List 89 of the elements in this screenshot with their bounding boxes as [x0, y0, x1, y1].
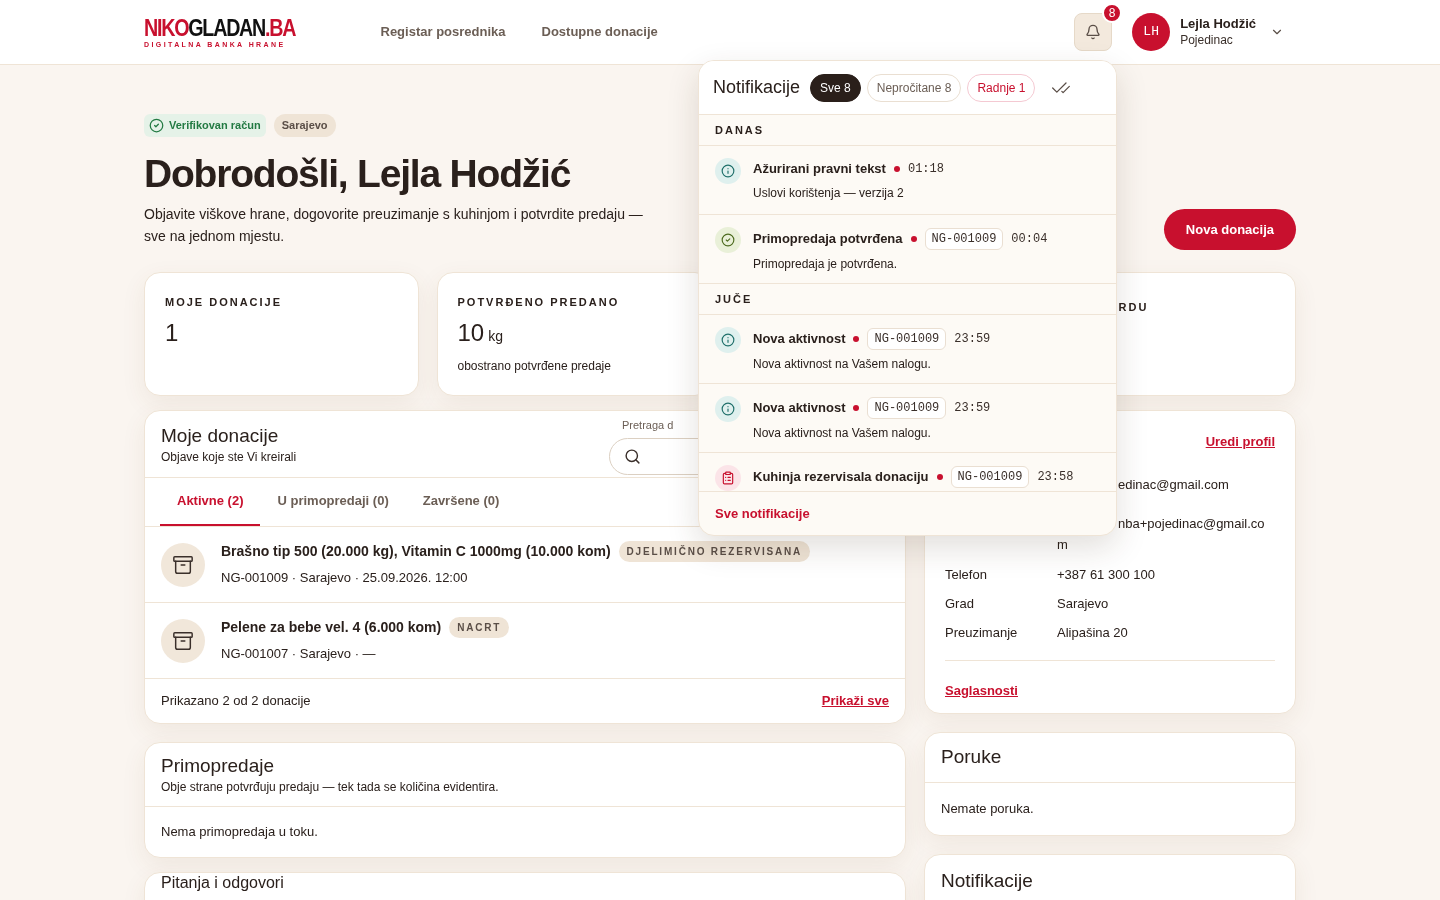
reference-code: NG-001009	[867, 328, 947, 350]
profile-label: Telefon	[945, 565, 988, 584]
new-donation-button[interactable]: Nova donacija	[1163, 209, 1296, 250]
stat-value: 1	[165, 317, 179, 348]
info-icon	[715, 327, 741, 353]
clipboard-icon	[715, 465, 741, 491]
donation-title: Pelene za bebe vel. 4 (6.000 kom)	[221, 618, 442, 638]
section-subtitle: Objave koje ste Vi kreirali	[161, 449, 297, 466]
edit-profile-link[interactable]: Uredi profil	[1205, 432, 1275, 452]
notification-text: Nova aktivnost na Vašem nalogu.	[753, 425, 932, 442]
notification-time: 23:59	[954, 331, 991, 348]
stat-label: MOJE DONACIJE	[165, 295, 284, 310]
info-icon	[715, 158, 741, 184]
section-title: Notifikacije	[941, 869, 1034, 893]
nav-link[interactable]: Registar posrednika	[380, 22, 506, 42]
logo-wordmark[interactable]: NIKOGLADAN.BA	[144, 16, 296, 40]
archive-icon	[161, 618, 205, 663]
notification-text: Nova aktivnost na Vašem nalogu.	[753, 356, 932, 373]
profile-value: +387 61 300 100	[1057, 565, 1156, 584]
reference-code: NG-001009	[924, 228, 1004, 250]
section-subtitle: Obje strane potvrđuju predaju — tek tada se količina evidentira.	[161, 779, 500, 796]
status-badge: DJELIMIČNO REZERVISANA	[618, 541, 811, 563]
tab[interactable]: Aktivne (2)	[160, 478, 261, 526]
tab[interactable]: U primopredaji (0)	[260, 478, 406, 526]
empty-message: Nema primopredaja u toku.	[161, 823, 318, 842]
filter-chip[interactable]: Sve 8	[810, 73, 861, 102]
notification-item[interactable]: Kuhinja rezervisala donaciju NG-001009 23:58	[699, 453, 1116, 491]
donation-row[interactable]: Pelene za bebe vel. 4 (6.000 kom) NACRT NG-001007 · Sarajevo · —	[145, 603, 905, 679]
notification-title: Kuhinja rezervisala donaciju	[753, 468, 929, 487]
notification-title: Nova aktivnost	[753, 330, 846, 349]
donation-title: Brašno tip 500 (20.000 kg), Vitamin C 1000mg (10.000 kom)	[221, 542, 611, 562]
archive-icon	[161, 542, 205, 587]
notification-time: 23:58	[1037, 469, 1074, 486]
profile-label: Grad	[945, 594, 975, 613]
notification-time: 01:18	[907, 160, 944, 178]
search-label: Pretraga d	[622, 418, 674, 433]
page-subtitle: Objavite viškove hrane, dogovorite preuzimanje s kuhinjom i potvrdite predaju — sve na jednom mjestu.	[144, 205, 644, 246]
stat-label: RDU	[1118, 301, 1149, 313]
search-icon	[624, 448, 641, 465]
notification-item[interactable]: Nova aktivnost NG-001009 23:59 Nova aktivnost na Vašem nalogu.	[699, 384, 1116, 453]
profile-label: Preuzimanje	[945, 623, 1019, 642]
donation-meta: NG-001007 · Sarajevo · —	[221, 645, 377, 664]
stat-unit: kg	[488, 326, 503, 346]
group-heading: DANAS	[715, 122, 765, 138]
stat-label: POTVRĐENO PREDANO	[457, 295, 621, 310]
nav-link[interactable]: Dostupne donacije	[541, 22, 658, 42]
section-title: Pitanja i odgovori	[161, 874, 285, 891]
panel-title: Notifikacije	[713, 76, 801, 99]
bell-icon	[1085, 24, 1102, 40]
notification-text: Primopredaja je potvrđena.	[753, 256, 899, 273]
user-avatar[interactable]: LH	[1132, 13, 1171, 51]
verified-badge: Verifikovan račun	[144, 114, 266, 137]
notification-title: Ažurirani pravni tekst	[753, 160, 886, 178]
stat-value: 10	[457, 317, 485, 348]
section-title: Moje donacije	[161, 424, 280, 448]
notification-item[interactable]: Ažurirani pravni tekst 01:18 Uslovi korištenja — verzija 2	[699, 146, 1116, 215]
notification-item[interactable]: Primopredaja potvrđena NG-001009 00:04 Primopredaja je potvrđena.	[699, 215, 1116, 284]
all-notifications-link[interactable]: Sve notifikacije	[715, 503, 810, 524]
section-title: Poruke	[941, 745, 1002, 770]
info-icon	[715, 396, 741, 422]
section-title: Primopredaje	[161, 754, 275, 778]
consents-link[interactable]: Saglasnosti	[945, 682, 1018, 698]
filter-chip[interactable]: Nepročitane 8	[866, 73, 962, 102]
reference-code: NG-001009	[950, 466, 1030, 488]
location-tag: Sarajevo	[273, 114, 336, 137]
donations-count: Prikazano 2 od 2 donacije	[161, 692, 311, 711]
page-title: Dobrodošli, Lejla Hodžić	[144, 151, 572, 197]
reference-code: NG-001009	[867, 397, 947, 419]
notification-title: Primopredaja potvrđena	[753, 230, 903, 249]
group-heading: JUČE	[715, 291, 753, 307]
notification-title: Nova aktivnost	[753, 399, 846, 418]
status-badge: NACRT	[449, 617, 510, 639]
donation-meta: NG-001009 · Sarajevo · 25.09.2026. 12:00	[221, 569, 469, 588]
notification-time: 00:04	[1011, 231, 1048, 248]
notification-item[interactable]: Nova aktivnost NG-001009 23:59 Nova aktivnost na Vašem nalogu.	[699, 315, 1116, 384]
user-name: Lejla Hodžić	[1180, 16, 1256, 33]
stat-note: obostrano potvrđene predaje	[457, 357, 612, 375]
profile-value: Alipašina 20	[1057, 623, 1129, 642]
tab[interactable]: Završene (0)	[405, 478, 517, 526]
empty-message: Nemate poruka.	[941, 800, 1034, 819]
notification-time: 23:59	[954, 400, 991, 417]
profile-value: nba+pojedinac@gmail.com	[1057, 514, 1266, 554]
check-icon	[715, 227, 741, 253]
filter-chip[interactable]: Radnje 1	[967, 73, 1036, 102]
profile-value: Sarajevo	[1057, 594, 1110, 613]
notification-count-badge: 8	[1102, 3, 1123, 23]
user-role: Pojedinac	[1180, 32, 1234, 48]
notification-text: Uslovi korištenja — verzija 2	[753, 184, 905, 202]
show-all-link[interactable]: Prikaži sve	[821, 691, 889, 711]
